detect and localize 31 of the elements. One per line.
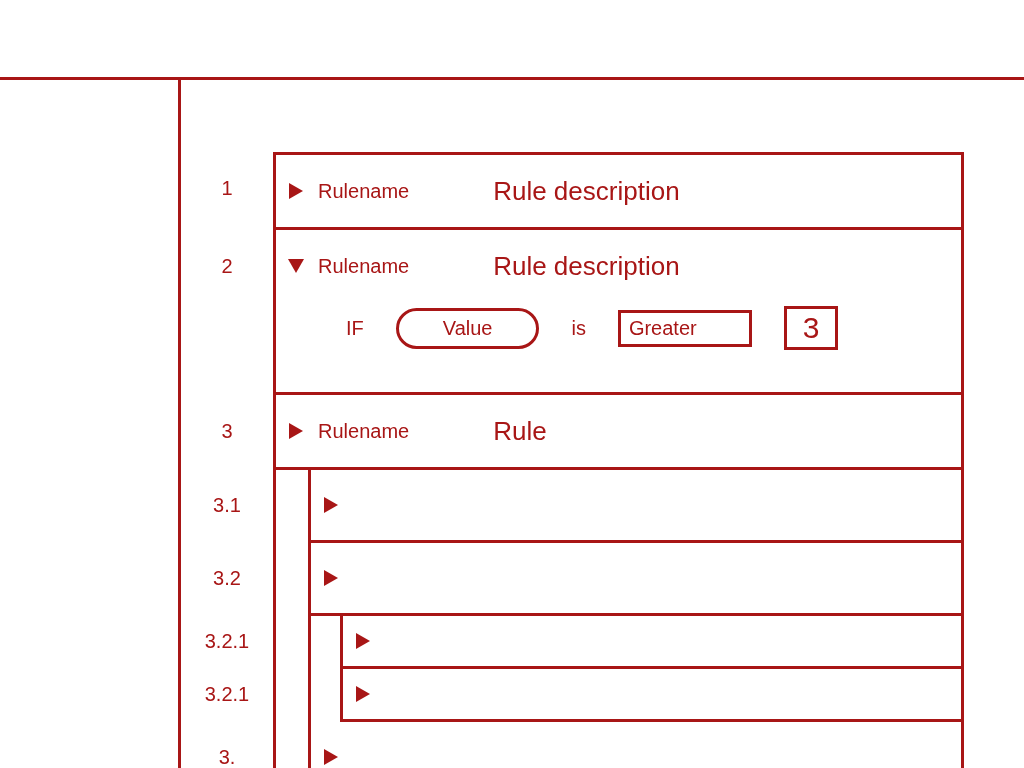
if-keyword: IF bbox=[346, 316, 364, 340]
rule-name: Rulename bbox=[318, 419, 410, 443]
caret-right-icon[interactable] bbox=[323, 497, 339, 513]
rule-row[interactable] bbox=[308, 470, 961, 543]
comparison-dropdown[interactable]: Greater bbox=[617, 309, 752, 347]
rule-name: Rulename bbox=[318, 179, 410, 203]
value-input[interactable]: 3 bbox=[783, 306, 839, 350]
rule-description: Rule description bbox=[493, 250, 680, 282]
row-number: 3.2 bbox=[213, 566, 241, 590]
caret-right-icon[interactable] bbox=[355, 686, 371, 702]
caret-down-icon[interactable] bbox=[288, 258, 304, 274]
row-number: 3.2.1 bbox=[204, 682, 250, 706]
operator-label: is bbox=[571, 316, 586, 340]
rule-description: Rule bbox=[493, 415, 547, 447]
row-number: 3 bbox=[221, 419, 233, 443]
row-number: 1 bbox=[221, 176, 233, 200]
field-selector[interactable]: Value bbox=[395, 307, 540, 349]
caret-right-icon[interactable] bbox=[323, 570, 339, 586]
row-number: 2 bbox=[221, 254, 233, 278]
row-number: 3. bbox=[218, 745, 236, 768]
rule-row[interactable]: Rulename Rule description IF Value is Greater 3 bbox=[276, 230, 961, 395]
rule-description: Rule description bbox=[493, 175, 680, 207]
row-number: 3.2.1 bbox=[204, 629, 250, 653]
rule-name: Rulename bbox=[318, 254, 410, 278]
caret-right-icon[interactable] bbox=[288, 183, 304, 199]
row-number: 3.1 bbox=[213, 493, 241, 517]
rule-row[interactable]: Rulename Rule bbox=[276, 395, 961, 470]
caret-right-icon[interactable] bbox=[288, 423, 304, 439]
rule-row[interactable] bbox=[340, 669, 961, 722]
caret-right-icon[interactable] bbox=[355, 633, 371, 649]
caret-right-icon[interactable] bbox=[323, 749, 339, 765]
